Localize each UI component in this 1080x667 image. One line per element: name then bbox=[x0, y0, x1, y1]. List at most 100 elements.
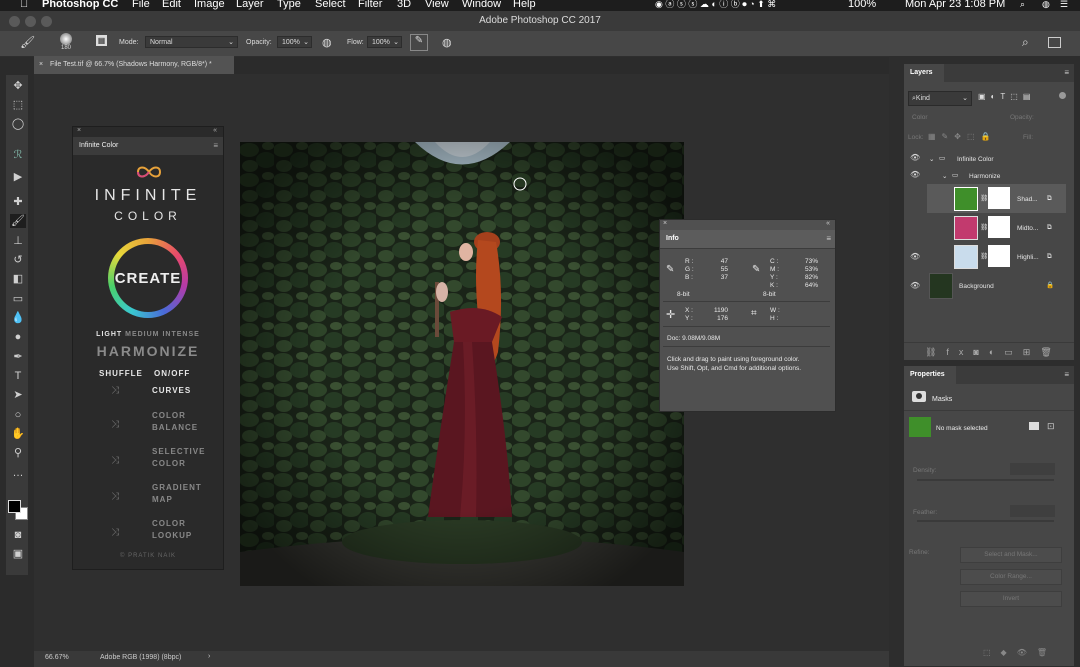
menu-help[interactable]: Help bbox=[513, 0, 536, 10]
foreground-color-swatch[interactable] bbox=[8, 500, 21, 513]
menu-edit[interactable]: Edit bbox=[162, 0, 181, 10]
quick-selection-tool-icon[interactable]: ℛ bbox=[10, 148, 26, 162]
lock-icons[interactable]: ▦✎✥⬚🔒 bbox=[928, 132, 996, 141]
brush-tool-icon[interactable]: 🖌 bbox=[20, 35, 35, 49]
panel-menu-icon[interactable]: ≡ bbox=[1064, 370, 1069, 379]
gradient-map-toggle[interactable]: GRADIENT MAP bbox=[152, 482, 202, 506]
gradient-tool-icon[interactable]: ▭ bbox=[10, 292, 26, 306]
layer-name-harmonize[interactable]: Harmonize bbox=[969, 173, 1000, 180]
pen-tool-icon[interactable]: ✒ bbox=[10, 350, 26, 364]
visibility-eye-icon[interactable]: 👁 bbox=[910, 153, 920, 162]
screen-mode-icon[interactable]: ▣ bbox=[10, 547, 26, 561]
shuffle-icon[interactable]: ⤨ bbox=[111, 527, 119, 538]
shuffle-icon[interactable]: ⤨ bbox=[111, 455, 119, 466]
add-pixel-mask-icon[interactable] bbox=[1029, 422, 1039, 430]
visibility-eye-icon[interactable]: 👁 bbox=[910, 170, 920, 179]
brush-tool-active-icon[interactable]: 🖌 bbox=[10, 214, 26, 228]
airbrush-icon[interactable]: ✎ bbox=[410, 34, 428, 51]
filter-toggle-icon[interactable] bbox=[1059, 92, 1066, 99]
filter-kind-select[interactable]: ⌕Kind ⌄ bbox=[908, 91, 972, 106]
apple-icon[interactable]:  bbox=[20, 0, 28, 10]
hand-tool-icon[interactable]: ✋ bbox=[10, 427, 26, 441]
dodge-tool-icon[interactable]: ● bbox=[10, 330, 26, 344]
blend-mode-select[interactable]: Color bbox=[912, 114, 928, 121]
menu-layer[interactable]: Layer bbox=[236, 0, 264, 10]
zoom-tool-icon[interactable]: ⚲ bbox=[10, 446, 26, 460]
path-selection-icon[interactable]: ➤ bbox=[10, 388, 26, 402]
chevron-right-icon[interactable]: › bbox=[208, 653, 210, 660]
flow-field[interactable]: 100% ⌄ bbox=[367, 36, 402, 48]
play-icon[interactable]: ▶ bbox=[10, 170, 26, 184]
layer-name-highlights[interactable]: Highli... bbox=[1017, 254, 1039, 261]
app-menu[interactable]: Photoshop CC bbox=[42, 0, 118, 10]
color-balance-toggle[interactable]: COLOR BALANCE bbox=[152, 410, 198, 434]
layer-actions-icons[interactable]: ⛓fx◙◐▭⊞🗑 bbox=[925, 347, 1062, 358]
clone-stamp-icon[interactable]: ⊥ bbox=[10, 234, 26, 248]
panel-title[interactable]: Properties bbox=[910, 371, 945, 378]
menu-view[interactable]: View bbox=[425, 0, 449, 10]
blur-tool-icon[interactable]: 💧 bbox=[10, 311, 26, 325]
intensity-light[interactable]: LIGHT bbox=[96, 331, 122, 338]
brush-panel-icon[interactable]: ▦ bbox=[96, 35, 107, 46]
menu-3d[interactable]: 3D bbox=[397, 0, 411, 10]
close-panel-icon[interactable]: × bbox=[77, 127, 81, 134]
close-tab-icon[interactable]: × bbox=[39, 61, 43, 68]
document-tab[interactable]: × File Test.tif @ 66.7% (Shadows Harmony… bbox=[34, 56, 234, 74]
ellipse-tool-icon[interactable]: ○ bbox=[10, 408, 26, 422]
layer-mask-thumbnail[interactable] bbox=[988, 187, 1010, 209]
pressure-size-icon[interactable]: ◍ bbox=[442, 36, 452, 49]
density-slider[interactable] bbox=[917, 479, 1054, 481]
shuffle-icon[interactable]: ⤨ bbox=[111, 491, 119, 502]
add-vector-mask-icon[interactable]: ⊡ bbox=[1047, 421, 1055, 432]
layer-mask-thumbnail[interactable] bbox=[988, 216, 1010, 238]
collapse-panel-icon[interactable]: « bbox=[826, 220, 830, 227]
intensity-intense[interactable]: INTENSE bbox=[162, 331, 199, 338]
healing-tool-icon[interactable]: ✚ bbox=[10, 195, 26, 209]
type-tool-icon[interactable]: T bbox=[10, 369, 26, 383]
menu-file[interactable]: File bbox=[132, 0, 150, 10]
status-icons[interactable]: ◉ ⓐ ⓢ ⓢ ☁ ◐ ⓘ ⓑ ⏺ ◔ ⬆ ⌘ bbox=[655, 0, 776, 10]
invert-button[interactable]: Invert bbox=[960, 591, 1062, 607]
feather-field[interactable] bbox=[1010, 505, 1055, 517]
layer-name-background[interactable]: Background bbox=[959, 283, 994, 290]
menu-select[interactable]: Select bbox=[315, 0, 346, 10]
create-button[interactable]: CREATE bbox=[108, 238, 188, 318]
close-window-button[interactable] bbox=[9, 16, 20, 27]
color-range-button[interactable]: Color Range... bbox=[960, 569, 1062, 585]
density-field[interactable] bbox=[1010, 463, 1055, 475]
menu-window[interactable]: Window bbox=[462, 0, 501, 10]
visibility-eye-icon[interactable]: 👁 bbox=[910, 281, 920, 290]
zoom-window-button[interactable] bbox=[41, 16, 52, 27]
quick-mask-icon[interactable]: ◙ bbox=[10, 528, 26, 542]
panel-title[interactable]: Layers bbox=[910, 69, 933, 76]
selective-color-toggle[interactable]: SELECTIVE COLOR bbox=[152, 446, 205, 470]
layer-mask-thumbnail[interactable] bbox=[988, 245, 1010, 267]
eraser-icon[interactable]: ◧ bbox=[10, 272, 26, 286]
zoom-level[interactable]: 66.67% bbox=[45, 654, 69, 661]
collapse-panel-icon[interactable]: « bbox=[213, 127, 217, 134]
mask-actions-icons[interactable]: ⬚◆👁🗑 bbox=[983, 648, 1057, 657]
pressure-opacity-icon[interactable]: ◍ bbox=[322, 36, 332, 49]
menu-type[interactable]: Type bbox=[277, 0, 301, 10]
panel-menu-icon[interactable]: ≡ bbox=[1064, 68, 1069, 77]
search-icon[interactable]: ⌕ bbox=[1022, 35, 1029, 50]
notifications-icon[interactable]: ☰ bbox=[1060, 0, 1068, 10]
minimize-window-button[interactable] bbox=[25, 16, 36, 27]
marquee-tool-icon[interactable]: ⬚ bbox=[10, 98, 26, 112]
disclosure-triangle-icon[interactable]: ⌄ bbox=[929, 155, 934, 163]
select-and-mask-button[interactable]: Select and Mask... bbox=[960, 547, 1062, 563]
layer-name-infinite-color[interactable]: Infinite Color bbox=[957, 156, 994, 163]
workspace-icon[interactable] bbox=[1048, 37, 1061, 48]
harmonize-button[interactable]: HARMONIZE bbox=[73, 343, 223, 359]
color-lookup-toggle[interactable]: COLOR LOOKUP bbox=[152, 518, 192, 542]
more-tools-icon[interactable]: … bbox=[10, 466, 26, 480]
layer-filter-icons[interactable]: ▣◐T⬚▤ bbox=[978, 92, 1035, 101]
shuffle-icon[interactable]: ⤨ bbox=[111, 385, 119, 396]
intensity-medium[interactable]: MEDIUM bbox=[125, 331, 159, 338]
brush-preset-icon[interactable] bbox=[60, 33, 72, 45]
move-tool-icon[interactable]: ✥ bbox=[10, 79, 26, 93]
document-image[interactable] bbox=[240, 142, 684, 586]
feather-slider[interactable] bbox=[917, 520, 1054, 522]
opacity-field[interactable]: 100% ⌄ bbox=[277, 36, 312, 48]
mode-select[interactable]: Normal ⌄ bbox=[145, 36, 238, 48]
